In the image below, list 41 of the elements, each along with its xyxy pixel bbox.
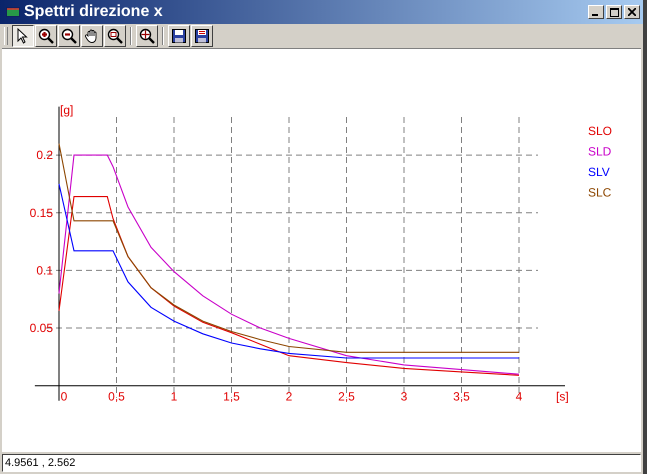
zoom-in-icon <box>38 28 54 44</box>
legend-label: SLD <box>588 144 612 158</box>
y-tick-label: 0.15 <box>30 206 53 220</box>
x-tick-label: 4 <box>516 390 522 404</box>
maximize-button[interactable] <box>606 5 622 19</box>
zoom-extents-icon <box>139 28 155 44</box>
zoom-out-icon <box>61 28 77 44</box>
x-tick-label: 0,5 <box>108 390 125 404</box>
x-tick-label: 3,5 <box>453 390 470 404</box>
y-tick-label: 0.2 <box>36 148 53 162</box>
coordinates-field[interactable]: 4.9561 , 2.562 <box>2 454 641 472</box>
save-button[interactable] <box>168 25 190 47</box>
hand-button[interactable] <box>81 25 103 47</box>
legend-label: SLO <box>588 124 612 138</box>
y-axis-label: [g] <box>60 103 74 117</box>
y-tick-label: 0.05 <box>30 321 53 336</box>
maximize-icon <box>610 8 618 16</box>
pointer-button[interactable] <box>12 25 34 47</box>
zoom-in-button[interactable] <box>35 25 57 47</box>
x-tick-label: 3 <box>400 390 408 404</box>
zoom-window-button[interactable] <box>104 25 126 47</box>
save-icon <box>171 28 187 44</box>
x-tick-label: 2 <box>286 390 292 404</box>
x-tick-label: 0 <box>60 390 68 404</box>
legend-label: SLC <box>588 186 612 200</box>
x-axis-label: [s] <box>556 390 569 404</box>
x-tick-label: 2,5 <box>338 390 355 404</box>
window-title: Spettri direzione x <box>24 3 164 21</box>
close-icon <box>628 8 636 16</box>
legend-label: SLV <box>588 165 610 179</box>
zoom-window-icon <box>107 28 123 44</box>
x-tick-label: 1 <box>170 390 178 404</box>
app-icon <box>6 6 20 18</box>
minimize-button[interactable] <box>588 5 604 19</box>
zoom-out-button[interactable] <box>58 25 80 47</box>
save-as-icon <box>194 28 210 44</box>
save-as-button[interactable] <box>191 25 213 47</box>
y-tick-label: 0.1 <box>36 263 53 278</box>
zoom-extents-button[interactable] <box>136 25 158 47</box>
x-tick-label: 1,5 <box>223 390 240 404</box>
close-button[interactable] <box>624 5 640 19</box>
